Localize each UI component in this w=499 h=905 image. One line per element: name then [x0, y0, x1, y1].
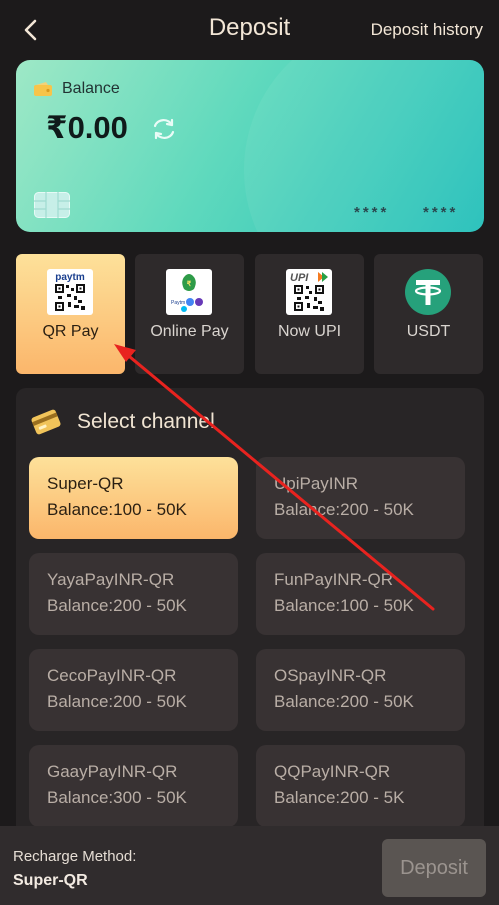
- channel-range: Balance:200 - 50K: [274, 500, 414, 519]
- deposit-button[interactable]: Deposit: [382, 839, 486, 897]
- chevron-left-icon: [24, 19, 37, 41]
- recharge-method-value: Super-QR: [13, 872, 88, 889]
- upi-qr-icon: UPI: [286, 269, 332, 315]
- channel-option[interactable]: Super-QR Balance:100 - 50K: [29, 457, 238, 539]
- page-title: Deposit: [208, 14, 291, 41]
- channel-name: Super-QR: [47, 474, 124, 493]
- svg-text:paytm: paytm: [55, 272, 85, 283]
- payment-methods: paytm QR Pay ₹ Paytm Online Pay UPI Now …: [16, 254, 484, 374]
- bottom-bar: Recharge Method: Super-QR Deposit: [0, 826, 499, 905]
- svg-text:UPI: UPI: [290, 272, 309, 284]
- channel-name: UpiPayINR: [274, 474, 359, 493]
- card-chip-icon: [34, 192, 70, 218]
- channel-range: Balance:100 - 50K: [274, 596, 414, 615]
- method-label: QR Pay: [42, 323, 99, 340]
- method-usdt[interactable]: USDT: [374, 254, 483, 374]
- balance-card: Balance ₹0.00 **** ****: [16, 60, 484, 232]
- tether-icon: [405, 269, 451, 315]
- card-channel-icon: [31, 409, 61, 435]
- channel-range: Balance:200 - 50K: [47, 596, 187, 615]
- channel-option[interactable]: FunPayINR-QR Balance:100 - 50K: [256, 553, 465, 635]
- card-number-group: ****: [354, 204, 390, 221]
- channel-name: FunPayINR-QR: [274, 570, 394, 589]
- paytm-qr-icon: paytm: [47, 269, 93, 315]
- channel-option[interactable]: GaayPayINR-QR Balance:300 - 50K: [29, 745, 238, 827]
- svg-text:₹: ₹: [187, 280, 192, 288]
- card-number-group: ****: [423, 204, 459, 221]
- deposit-history-link[interactable]: Deposit history: [371, 20, 483, 40]
- header: Deposit Deposit history: [0, 0, 499, 60]
- method-label: USDT: [406, 323, 451, 340]
- method-label: Online Pay: [150, 323, 229, 340]
- method-now-upi[interactable]: UPI Now UPI: [255, 254, 364, 374]
- channel-option[interactable]: UpiPayINR Balance:200 - 50K: [256, 457, 465, 539]
- svg-text:Paytm: Paytm: [171, 300, 185, 306]
- recharge-method-label: Recharge Method:: [13, 848, 137, 865]
- channel-range: Balance:200 - 50K: [274, 692, 414, 711]
- channel-name: GaayPayINR-QR: [47, 762, 178, 781]
- method-label: Now UPI: [277, 323, 342, 340]
- channel-option[interactable]: YayaPayINR-QR Balance:200 - 50K: [29, 553, 238, 635]
- balance-amount: ₹0.00: [46, 110, 128, 145]
- channel-option[interactable]: QQPayINR-QR Balance:200 - 5K: [256, 745, 465, 827]
- channel-name: QQPayINR-QR: [274, 762, 391, 781]
- channel-range: Balance:200 - 50K: [47, 692, 187, 711]
- method-online-pay[interactable]: ₹ Paytm Online Pay: [135, 254, 244, 374]
- channel-option[interactable]: CecoPayINR-QR Balance:200 - 50K: [29, 649, 238, 731]
- channel-name: CecoPayINR-QR: [47, 666, 177, 685]
- online-pay-icon: ₹ Paytm: [166, 269, 212, 315]
- channel-option[interactable]: OSpayINR-QR Balance:200 - 50K: [256, 649, 465, 731]
- wallet-icon: [34, 82, 52, 96]
- channel-panel: Select channel Super-QR Balance:100 - 50…: [16, 388, 484, 828]
- back-button[interactable]: [16, 16, 44, 44]
- method-qr-pay[interactable]: paytm QR Pay: [16, 254, 125, 374]
- channel-name: OSpayINR-QR: [274, 666, 387, 685]
- channel-name: YayaPayINR-QR: [47, 570, 175, 589]
- select-channel-title: Select channel: [77, 410, 215, 433]
- channel-range: Balance:300 - 50K: [47, 788, 187, 807]
- balance-label: Balance: [62, 80, 120, 97]
- channel-range: Balance:200 - 5K: [274, 788, 405, 807]
- channel-range: Balance:100 - 50K: [47, 500, 187, 519]
- refresh-icon[interactable]: [150, 116, 178, 142]
